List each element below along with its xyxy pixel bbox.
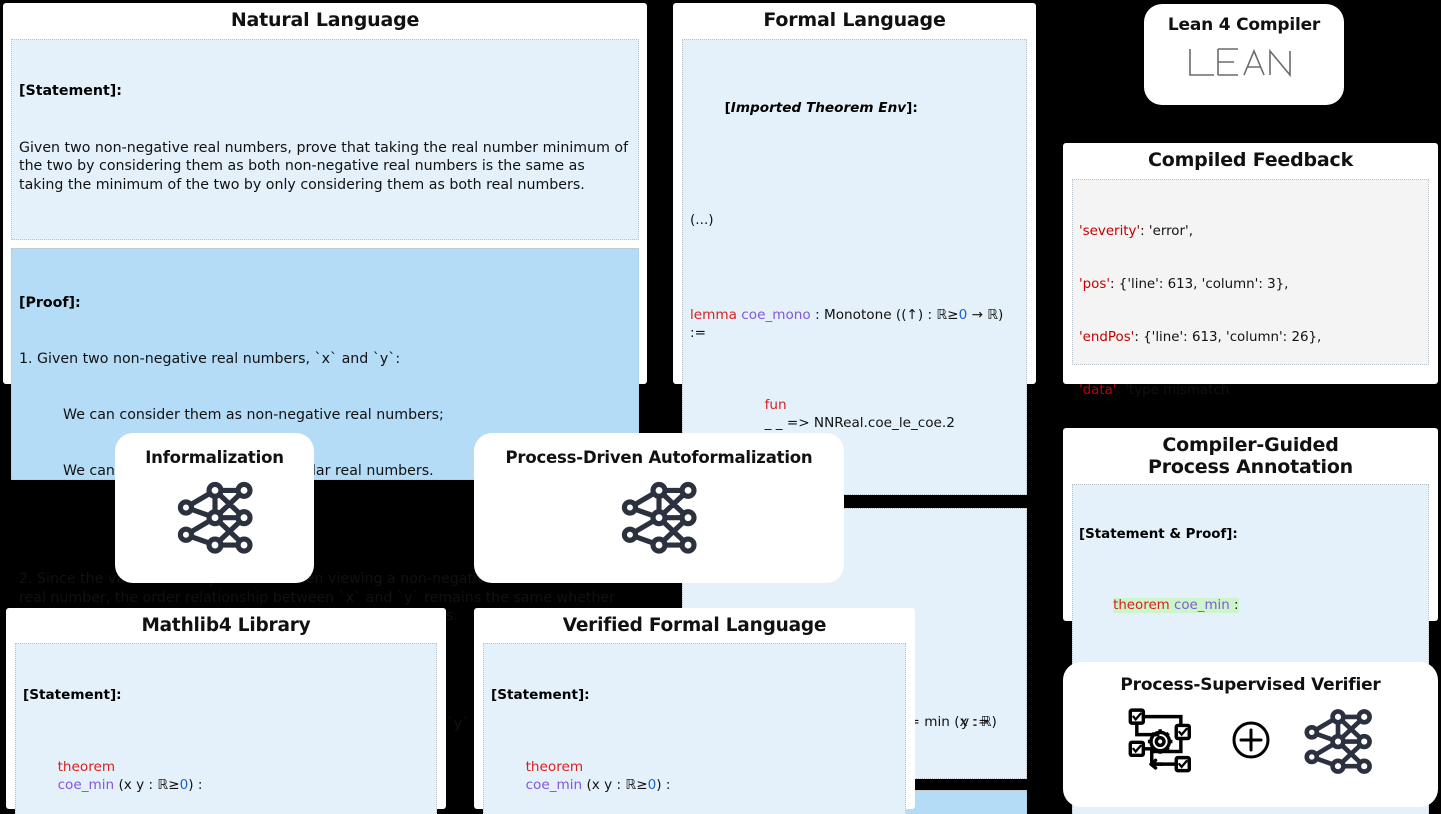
annotated-theorem-name: coe_min [1174, 597, 1230, 613]
panel-verified-formal-language: Verified Formal Language [Statement]: th… [474, 608, 915, 814]
mathlib4-statement-label: [Statement]: [23, 687, 122, 704]
panel-process-supervised-verifier: Process-Supervised Verifier [1063, 662, 1438, 807]
natural-language-title: Natural Language [230, 9, 420, 31]
diagram-canvas: Natural Language [Statement]: Given two … [0, 0, 1441, 814]
val-severity: : 'error', [1140, 224, 1193, 240]
mathlib4-theorem-name: coe_min [57, 776, 115, 793]
verified-statement-box: [Statement]: theorem coe_min (x y : ℝ≥0)… [483, 643, 906, 814]
panel-autoformalization: Process-Driven Autoformalization [474, 433, 844, 583]
mathlib4-theorem-line: theorem coe_min (x y : ℝ≥0) : [23, 741, 429, 813]
val-data: : 'type mismatch [1116, 383, 1230, 399]
env-gap-b [690, 266, 1019, 271]
feedback-pos-line: 'pos': {'line': 613, 'column': 3}, [1079, 276, 1422, 294]
process-checklist-gear-icon [1128, 707, 1191, 772]
mathlib4-title: Mathlib4 Library [141, 615, 311, 636]
lemma-zero: 0 [958, 306, 968, 323]
verified-args-zero: 0 [647, 776, 657, 793]
key-data: 'data' [1079, 383, 1117, 399]
env-lemma-line: lemma coe_mono : Monotone ((↑) : ℝ≥0 → ℝ… [690, 307, 1019, 343]
panel-lean-compiler: Lean 4 Compiler [1144, 4, 1344, 105]
panel-process-annotation: Compiler-Guided Process Annotation [Stat… [1063, 428, 1438, 814]
process-annotation-title-line1: Compiler-Guided [1162, 434, 1339, 456]
fun-body: _ _ => NNReal.coe_le_coe.2 [764, 414, 955, 431]
neural-network-icon [177, 481, 253, 554]
panel-informalization: Informalization [115, 433, 314, 583]
mathlib4-statement-box: [Statement]: theorem coe_min (x y : ℝ≥0)… [15, 643, 437, 814]
imported-env-label: [Imported Theorem Env]: [690, 82, 1019, 136]
verified-statement-label: [Statement]: [491, 687, 590, 704]
lean-compiler-title: Lean 4 Compiler [1167, 15, 1321, 35]
key-endpos: 'endPos' [1079, 330, 1135, 346]
annotated-theorem-keyword: theorem [1113, 597, 1170, 613]
lean-logo-svg [1189, 47, 1291, 77]
verifier-icon-row [1073, 703, 1428, 777]
statement-text: Given two non-negative real numbers, pro… [19, 139, 629, 193]
mathlib4-theorem-keyword: theorem [57, 758, 116, 775]
verified-formal-title: Verified Formal Language [562, 615, 827, 636]
lemma-name: coe_mono [741, 306, 811, 323]
verified-theorem-args: (x y : ℝ≥0) : [582, 776, 671, 793]
formal-language-title: Formal Language [763, 9, 946, 31]
informalization-icon-row [125, 475, 304, 557]
process-annotation-title: Compiler-Guided Process Annotation [1072, 434, 1429, 479]
bracket-close: ]: [906, 99, 918, 116]
feedback-endpos-line: 'endPos': {'line': 613, 'column': 26}, [1079, 329, 1422, 347]
val-endpos: : {'line': 613, 'column': 26}, [1134, 330, 1322, 346]
compiled-feedback-box: 'severity': 'error', 'pos': {'line': 613… [1072, 178, 1429, 628]
informalization-title: Informalization [145, 448, 284, 467]
statement-and-proof-label: [Statement & Proof]: [1079, 527, 1238, 543]
panel-mathlib4-library: Mathlib4 Library [Statement]: theorem co… [6, 608, 446, 814]
mathlib4-args-zero: 0 [179, 776, 189, 793]
val-pos: : {'line': 613, 'column': 3}, [1110, 277, 1289, 293]
panel-compiled-feedback: Compiled Feedback 'severity': 'error', '… [1063, 143, 1438, 628]
env-ellipsis: (...) [690, 212, 714, 229]
key-severity: 'severity' [1079, 224, 1141, 240]
annotated-theorem-line: theorem coe_min : [1079, 579, 1422, 632]
lean-logo-icon [1154, 43, 1334, 83]
imported-theorem-env-box: [Imported Theorem Env]: (...) lemma coe_… [682, 38, 1027, 496]
plus-circle-icon [1232, 721, 1269, 759]
proof-step-1: 1. Given two non-negative real numbers, … [19, 350, 401, 367]
feedback-data-line: 'data': 'type mismatch [1079, 382, 1422, 400]
lemma-sig-a: : Monotone ((↑) : ℝ≥0 → ℝ) := [690, 306, 1004, 341]
autoformalization-title: Process-Driven Autoformalization [505, 448, 813, 467]
feedback-severity-line: 'severity': 'error', [1079, 223, 1422, 241]
fun-keyword: fun [764, 396, 787, 413]
imported-env-label-text: Imported Theorem Env [730, 99, 907, 116]
verified-theorem-name: coe_min [525, 776, 583, 793]
verifier-title: Process-Supervised Verifier [1120, 675, 1381, 695]
autoformalization-icon-row [484, 475, 834, 557]
verified-theorem-line: theorem coe_min (x y : ℝ≥0) : [491, 741, 898, 813]
verified-theorem-keyword: theorem [525, 758, 584, 775]
annotated-theorem-colon: : [1229, 597, 1239, 613]
neural-network-icon [1303, 708, 1372, 774]
neural-network-icon [621, 481, 697, 554]
mathlib4-theorem-args: (x y : ℝ≥0) : [114, 776, 203, 793]
natural-language-statement-box: [Statement]: Given two non-negative real… [11, 38, 639, 241]
proof-step-1a: We can consider them as non-negative rea… [63, 407, 444, 424]
compiled-feedback-title: Compiled Feedback [1147, 149, 1354, 171]
key-pos: 'pos' [1079, 277, 1111, 293]
statement-label: [Statement]: [19, 83, 122, 100]
env-gap-a [690, 171, 1019, 176]
annotated-theorem-highlight: theorem coe_min : [1113, 597, 1239, 613]
process-annotation-title-line2: Process Annotation [1147, 455, 1354, 478]
panel-formal-language: Formal Language [Imported Theorem Env]: … [673, 3, 1036, 814]
lemma-keyword: lemma [690, 306, 737, 323]
panel-natural-language: Natural Language [Statement]: Given two … [3, 3, 647, 732]
proof-label: [Proof]: [19, 294, 81, 311]
